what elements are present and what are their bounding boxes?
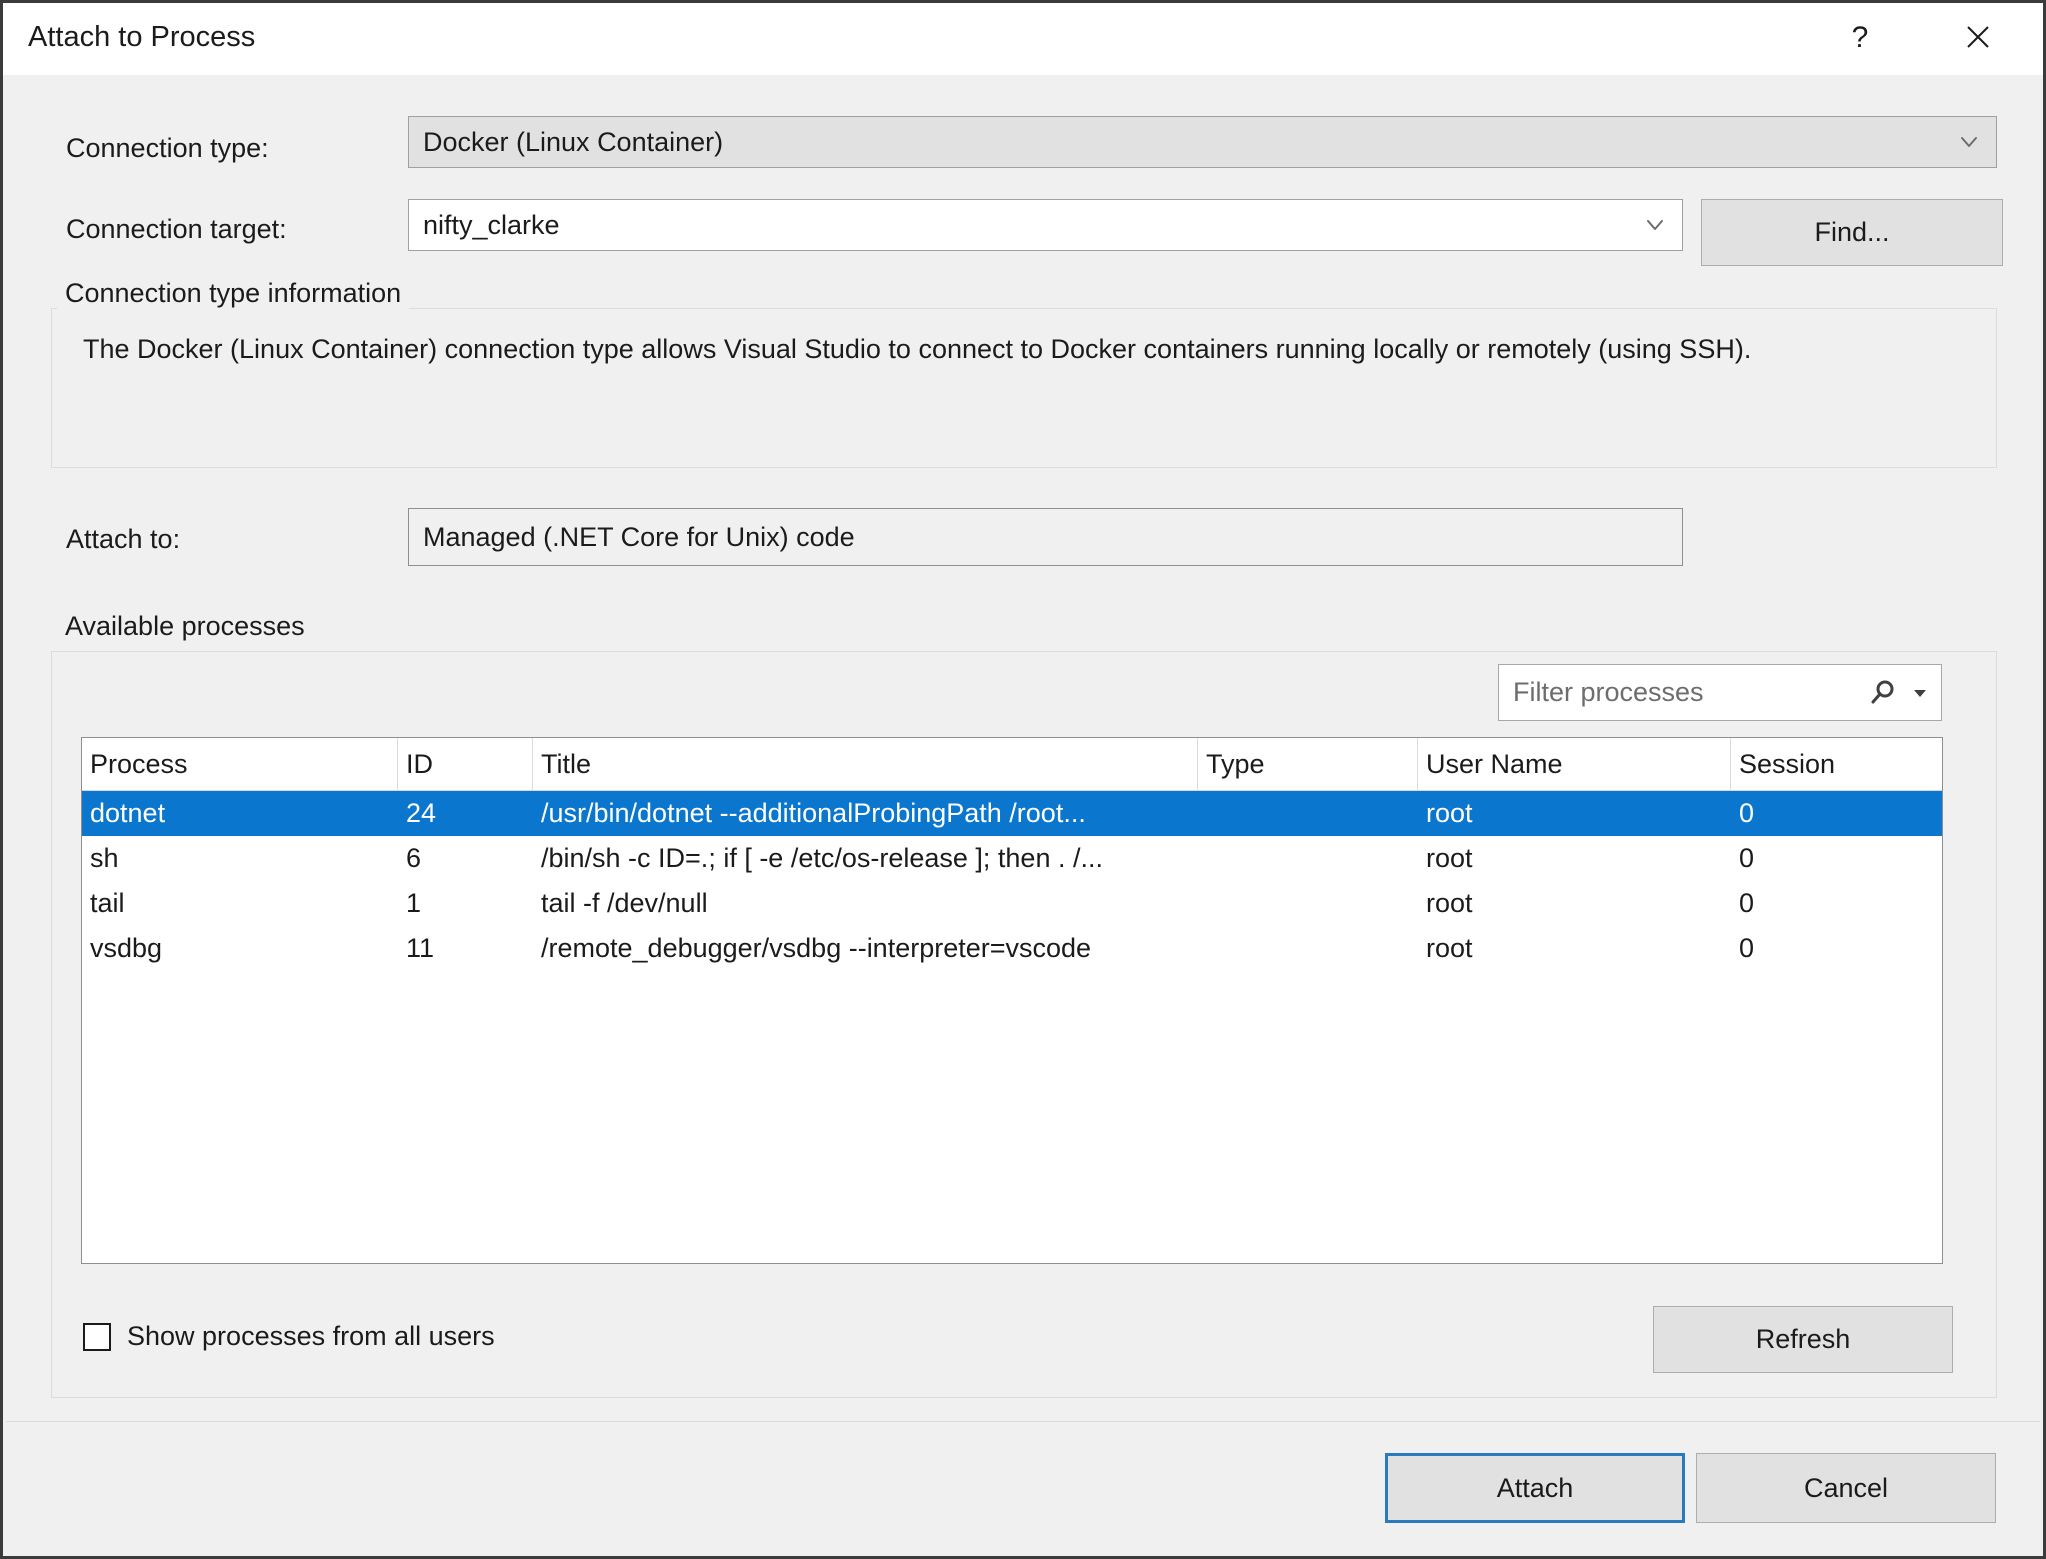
footer-divider <box>6 1421 2040 1422</box>
cell-session: 0 <box>1739 933 1755 963</box>
close-button[interactable] <box>1939 3 2017 73</box>
column-header-title[interactable]: Title <box>533 738 1198 790</box>
cell-process: sh <box>90 843 119 873</box>
column-header-session[interactable]: Session <box>1731 738 1942 790</box>
table-row[interactable]: sh 6 /bin/sh -c ID=.; if [ -e /etc/os-re… <box>82 836 1942 881</box>
available-processes-legend: Available processes <box>57 611 313 642</box>
chevron-down-icon[interactable] <box>1644 214 1666 236</box>
dialog-title: Attach to Process <box>28 21 256 53</box>
refresh-button[interactable]: Refresh <box>1653 1306 1953 1373</box>
table-row[interactable]: vsdbg 11 /remote_debugger/vsdbg --interp… <box>82 926 1942 971</box>
connection-type-information-legend: Connection type information <box>57 278 410 309</box>
cell-session: 0 <box>1739 843 1755 873</box>
cell-session: 0 <box>1739 888 1755 918</box>
close-icon <box>1964 23 1992 54</box>
checkbox-box-icon[interactable] <box>83 1322 111 1351</box>
connection-target-value: nifty_clarke <box>423 209 560 240</box>
cell-type <box>1198 926 1418 971</box>
cell-type <box>1198 836 1418 881</box>
question-mark-icon: ? <box>1851 21 1869 54</box>
process-list[interactable]: Process ID Title Type User Name Session … <box>81 737 1943 1264</box>
cell-id: 1 <box>406 888 422 918</box>
cell-process: tail <box>90 888 125 918</box>
cell-process: vsdbg <box>90 933 163 963</box>
column-header-process[interactable]: Process <box>82 738 398 790</box>
table-row[interactable]: tail 1 tail -f /dev/null root 0 <box>82 881 1942 926</box>
attach-to-label: Attach to: <box>66 524 181 554</box>
table-row[interactable]: dotnet 24 /usr/bin/dotnet --additionalPr… <box>82 791 1942 836</box>
process-list-header: Process ID Title Type User Name Session <box>82 738 1942 791</box>
cell-user-name: root <box>1426 888 1473 918</box>
chevron-down-icon[interactable] <box>1905 684 1941 702</box>
cell-title: /bin/sh -c ID=.; if [ -e /etc/os-release… <box>541 843 1103 873</box>
cell-user-name: root <box>1426 843 1473 873</box>
cell-id: 24 <box>406 798 437 828</box>
chevron-down-icon <box>1958 131 1980 153</box>
help-button[interactable]: ? <box>1821 3 1899 73</box>
show-all-users-label: Show processes from all users <box>127 1321 495 1351</box>
filter-processes-search-box[interactable]: Filter processes <box>1498 664 1942 721</box>
cancel-button[interactable]: Cancel <box>1696 1453 1996 1523</box>
magnifier-icon[interactable] <box>1861 678 1905 708</box>
cell-id: 6 <box>406 843 422 873</box>
attach-button[interactable]: Attach <box>1385 1453 1685 1523</box>
find-button[interactable]: Find... <box>1701 199 2003 266</box>
cell-type <box>1198 791 1418 836</box>
cell-session: 0 <box>1739 798 1755 828</box>
attach-to-value: Managed (.NET Core for Unix) code <box>423 521 855 552</box>
column-header-type[interactable]: Type <box>1198 738 1418 790</box>
connection-type-combobox[interactable]: Docker (Linux Container) <box>408 116 1997 168</box>
cell-title: /usr/bin/dotnet --additionalProbingPath … <box>541 798 1086 828</box>
connection-type-label: Connection type: <box>66 133 269 163</box>
attach-to-value-box[interactable]: Managed (.NET Core for Unix) code <box>408 508 1683 566</box>
connection-target-label: Connection target: <box>66 214 287 244</box>
title-bar: Attach to Process ? <box>3 3 2043 75</box>
column-header-user-name[interactable]: User Name <box>1418 738 1731 790</box>
cell-user-name: root <box>1426 798 1473 828</box>
connection-type-information-text: The Docker (Linux Container) connection … <box>83 334 1752 364</box>
cell-process: dotnet <box>90 798 166 828</box>
cell-title: tail -f /dev/null <box>541 888 708 918</box>
show-all-users-checkbox[interactable]: Show processes from all users <box>83 1321 495 1352</box>
filter-processes-input[interactable]: Filter processes <box>1499 677 1861 708</box>
connection-type-value: Docker (Linux Container) <box>423 126 724 157</box>
attach-to-process-dialog: Attach to Process ? Connection type: Doc… <box>0 0 2046 1559</box>
cell-user-name: root <box>1426 933 1473 963</box>
cell-id: 11 <box>406 933 435 963</box>
cell-type <box>1198 881 1418 926</box>
cell-title: /remote_debugger/vsdbg --interpreter=vsc… <box>541 933 1092 963</box>
connection-target-combobox[interactable]: nifty_clarke <box>408 199 1683 251</box>
column-header-id[interactable]: ID <box>398 738 533 790</box>
